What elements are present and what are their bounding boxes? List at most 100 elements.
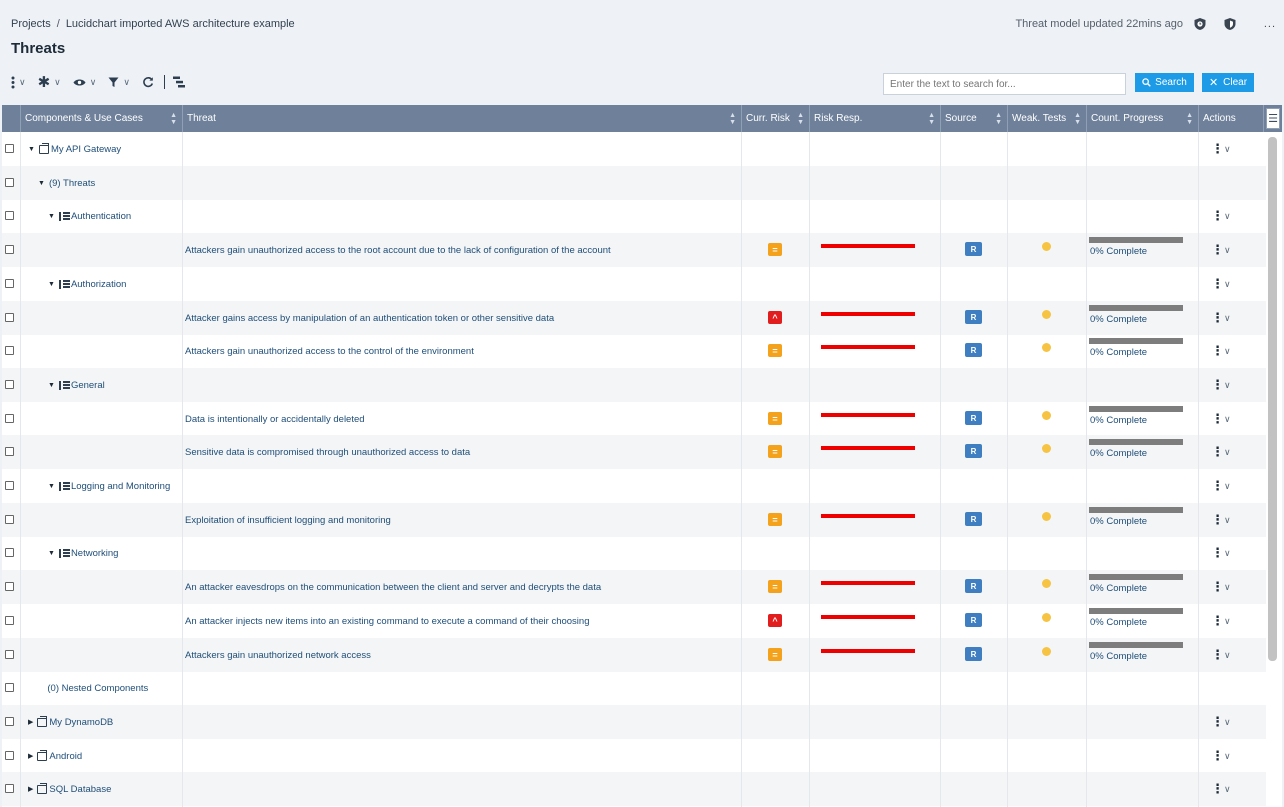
tree-node[interactable]: ▶ Android (28, 739, 82, 773)
row-actions-menu[interactable]: ⋮ ∨ (1211, 132, 1231, 166)
refresh-button[interactable] (142, 76, 154, 88)
kebab-icon[interactable]: ⋮ (1211, 411, 1224, 427)
row-actions-menu[interactable]: ⋮ ∨ (1211, 233, 1231, 267)
group-row[interactable]: ▼ (9) Threats (2, 166, 1266, 200)
row-actions-menu[interactable]: ⋮ ∨ (1211, 536, 1231, 570)
threat-row[interactable]: Data is intentionally or accidentally de… (2, 402, 1266, 436)
component-row[interactable]: ▶ My DynamoDB ⋮ ∨ (2, 705, 1266, 739)
chevron-down-icon[interactable]: ∨ (1224, 481, 1231, 492)
row-checkbox[interactable] (5, 683, 14, 692)
kebab-icon[interactable]: ⋮ (1211, 748, 1224, 764)
threat-row[interactable]: An attacker injects new items into an ex… (2, 604, 1266, 638)
tree-node-label[interactable]: SQL Database (49, 784, 111, 795)
tree-node-label[interactable]: Networking (71, 548, 119, 559)
threat-row[interactable]: Exploitation of insufficient logging and… (2, 503, 1266, 537)
chevron-down-icon[interactable]: ∨ (1224, 548, 1231, 559)
threat-row[interactable]: Attackers gain unauthorized network acce… (2, 638, 1266, 672)
more-options-button[interactable]: ... (1264, 18, 1276, 30)
row-actions-menu[interactable]: ⋮ ∨ (1211, 638, 1231, 672)
sort-icon[interactable]: ▲ ▼ (170, 112, 177, 126)
tree-node[interactable]: ▶ My DynamoDB (28, 705, 113, 739)
chevron-down-icon[interactable]: ∨ (1224, 582, 1231, 593)
row-actions-menu[interactable]: ⋮ ∨ (1211, 334, 1231, 368)
kebab-icon[interactable]: ⋮ (1211, 579, 1224, 595)
tree-node[interactable]: ▶(0) Nested Components (38, 671, 148, 705)
view-options-button[interactable]: ∨ (73, 77, 96, 88)
kebab-icon[interactable]: ⋮ (1211, 714, 1224, 730)
kebab-icon[interactable]: ⋮ (1211, 242, 1224, 258)
sort-icon[interactable]: ▲ ▼ (729, 112, 736, 126)
sort-icon[interactable]: ▲ ▼ (797, 112, 804, 126)
threat-row[interactable]: Attackers gain unauthorized access to th… (2, 334, 1266, 368)
kebab-icon[interactable]: ⋮ (1211, 478, 1224, 494)
kebab-icon[interactable]: ⋮ (1211, 208, 1224, 224)
tree-node-label[interactable]: Authentication (71, 211, 131, 222)
search-input[interactable] (883, 73, 1126, 95)
column-menu-button[interactable]: ☰ (1266, 108, 1280, 129)
threat-row[interactable]: Attackers gain unauthorized access to th… (2, 233, 1266, 267)
tree-node-label[interactable]: Android (49, 751, 82, 762)
tree-node[interactable]: ▼ Authorization (48, 267, 126, 301)
column-header-weakness-tests[interactable]: Weak. Tests ▲ ▼ (1008, 105, 1087, 132)
row-actions-menu[interactable]: ⋮ ∨ (1211, 368, 1231, 402)
category-row[interactable]: ▼ Authorization ⋮ ∨ (2, 267, 1266, 301)
actions-menu-button[interactable]: ∨ (11, 76, 26, 89)
tree-node[interactable]: ▼ (9) Threats (38, 166, 95, 200)
tree-node[interactable]: ▼ Networking (48, 536, 118, 570)
kebab-icon[interactable]: ⋮ (1211, 613, 1224, 629)
row-checkbox[interactable] (5, 211, 14, 220)
threat-name-link[interactable]: Attacker gains access by manipulation of… (185, 301, 740, 335)
row-checkbox[interactable] (5, 245, 14, 254)
caret-right-icon[interactable]: ▶ (28, 718, 33, 726)
row-checkbox[interactable] (5, 346, 14, 355)
tree-node-label[interactable]: My API Gateway (51, 144, 121, 155)
caret-down-icon[interactable]: ▼ (38, 180, 45, 187)
caret-down-icon[interactable]: ▼ (48, 213, 55, 220)
threat-name-link[interactable]: Data is intentionally or accidentally de… (185, 402, 740, 436)
chevron-down-icon[interactable]: ∨ (1224, 650, 1231, 661)
bulk-edit-button[interactable]: ✱ ∨ (38, 73, 61, 91)
threat-row[interactable]: Attacker gains access by manipulation of… (2, 301, 1266, 335)
shield-clock-icon[interactable] (1193, 17, 1207, 31)
tree-node[interactable]: ▼ General (48, 368, 105, 402)
chevron-down-icon[interactable]: ∨ (1224, 144, 1231, 155)
row-actions-menu[interactable]: ⋮ ∨ (1211, 402, 1231, 436)
tree-node[interactable]: ▼ Authentication (48, 199, 131, 233)
tree-node-label[interactable]: (9) Threats (49, 178, 95, 189)
row-actions-menu[interactable]: ⋮ ∨ (1211, 199, 1231, 233)
tree-node-label[interactable]: Authorization (71, 279, 126, 290)
column-header-components[interactable]: Components & Use Cases ▲ ▼ (21, 105, 183, 132)
row-actions-menu[interactable]: ⋮ ∨ (1211, 469, 1231, 503)
caret-right-icon[interactable]: ▶ (28, 752, 33, 760)
sort-icon[interactable]: ▲ ▼ (928, 112, 935, 126)
caret-down-icon[interactable]: ▼ (48, 382, 55, 389)
caret-down-icon[interactable]: ▼ (48, 483, 55, 490)
row-actions-menu[interactable]: ⋮ ∨ (1211, 267, 1231, 301)
component-row[interactable]: ▶ SQL Database ⋮ ∨ (2, 772, 1266, 806)
filter-button[interactable]: ∨ (108, 77, 130, 88)
row-checkbox[interactable] (5, 717, 14, 726)
row-actions-menu[interactable]: ⋮ ∨ (1211, 435, 1231, 469)
row-actions-menu[interactable]: ⋮ ∨ (1211, 570, 1231, 604)
chevron-down-icon[interactable]: ∨ (1224, 784, 1231, 795)
kebab-icon[interactable]: ⋮ (1211, 276, 1224, 292)
kebab-icon[interactable]: ⋮ (1211, 512, 1224, 528)
row-actions-menu[interactable]: ⋮ ∨ (1211, 739, 1231, 773)
chevron-down-icon[interactable]: ∨ (1224, 211, 1231, 222)
breadcrumb-projects-link[interactable]: Projects (11, 18, 51, 30)
chevron-down-icon[interactable]: ∨ (1224, 346, 1231, 357)
group-row[interactable]: ▶(0) Nested Components (2, 671, 1266, 705)
chevron-down-icon[interactable]: ∨ (1224, 447, 1231, 458)
row-checkbox[interactable] (5, 548, 14, 557)
shield-icon[interactable] (1223, 17, 1237, 31)
row-actions-menu[interactable]: ⋮ ∨ (1211, 503, 1231, 537)
chevron-down-icon[interactable]: ∨ (1224, 414, 1231, 425)
threat-name-link[interactable]: Exploitation of insufficient logging and… (185, 503, 740, 537)
row-actions-menu[interactable]: ⋮ ∨ (1211, 301, 1231, 335)
vertical-scrollbar[interactable] (1268, 137, 1277, 661)
row-checkbox[interactable] (5, 447, 14, 456)
row-checkbox[interactable] (5, 414, 14, 423)
row-checkbox[interactable] (5, 650, 14, 659)
threat-name-link[interactable]: Attackers gain unauthorized access to th… (185, 233, 740, 267)
category-row[interactable]: ▼ Logging and Monitoring ⋮ ∨ (2, 469, 1266, 503)
